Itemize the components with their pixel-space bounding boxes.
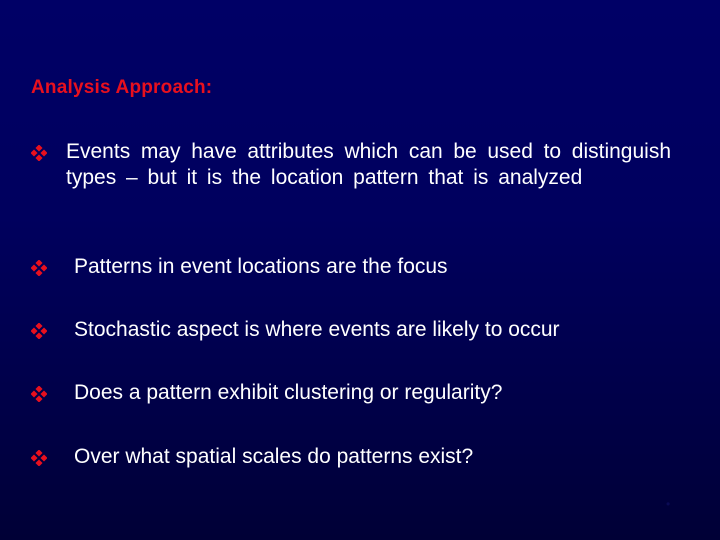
slide-number-mark: • <box>666 497 671 511</box>
bullet-text: Over what spatial scales do patterns exi… <box>74 445 474 468</box>
bullet-text: Does a pattern exhibit clustering or reg… <box>74 381 503 404</box>
bullet-item: Events may have attributes which can be … <box>31 139 671 191</box>
bullet-item: Does a pattern exhibit clustering or reg… <box>31 380 502 406</box>
diamond-bullet-icon <box>31 260 47 276</box>
bullet-text: Stochastic aspect is where events are li… <box>74 318 560 341</box>
diamond-bullet-icon <box>31 386 47 402</box>
bullet-item: Over what spatial scales do patterns exi… <box>31 444 473 470</box>
diamond-bullet-icon <box>31 145 47 161</box>
bullet-text: Events may have attributes which can be … <box>66 140 671 189</box>
diamond-bullet-icon <box>31 450 47 466</box>
slide-heading: Analysis Approach: <box>31 77 213 98</box>
diamond-bullet-icon <box>31 323 47 339</box>
bullet-item: Patterns in event locations are the focu… <box>31 254 448 280</box>
bullet-item: Stochastic aspect is where events are li… <box>31 317 560 343</box>
slide: Analysis Approach: Events may have attri… <box>0 0 720 540</box>
bullet-text: Patterns in event locations are the focu… <box>74 255 448 278</box>
